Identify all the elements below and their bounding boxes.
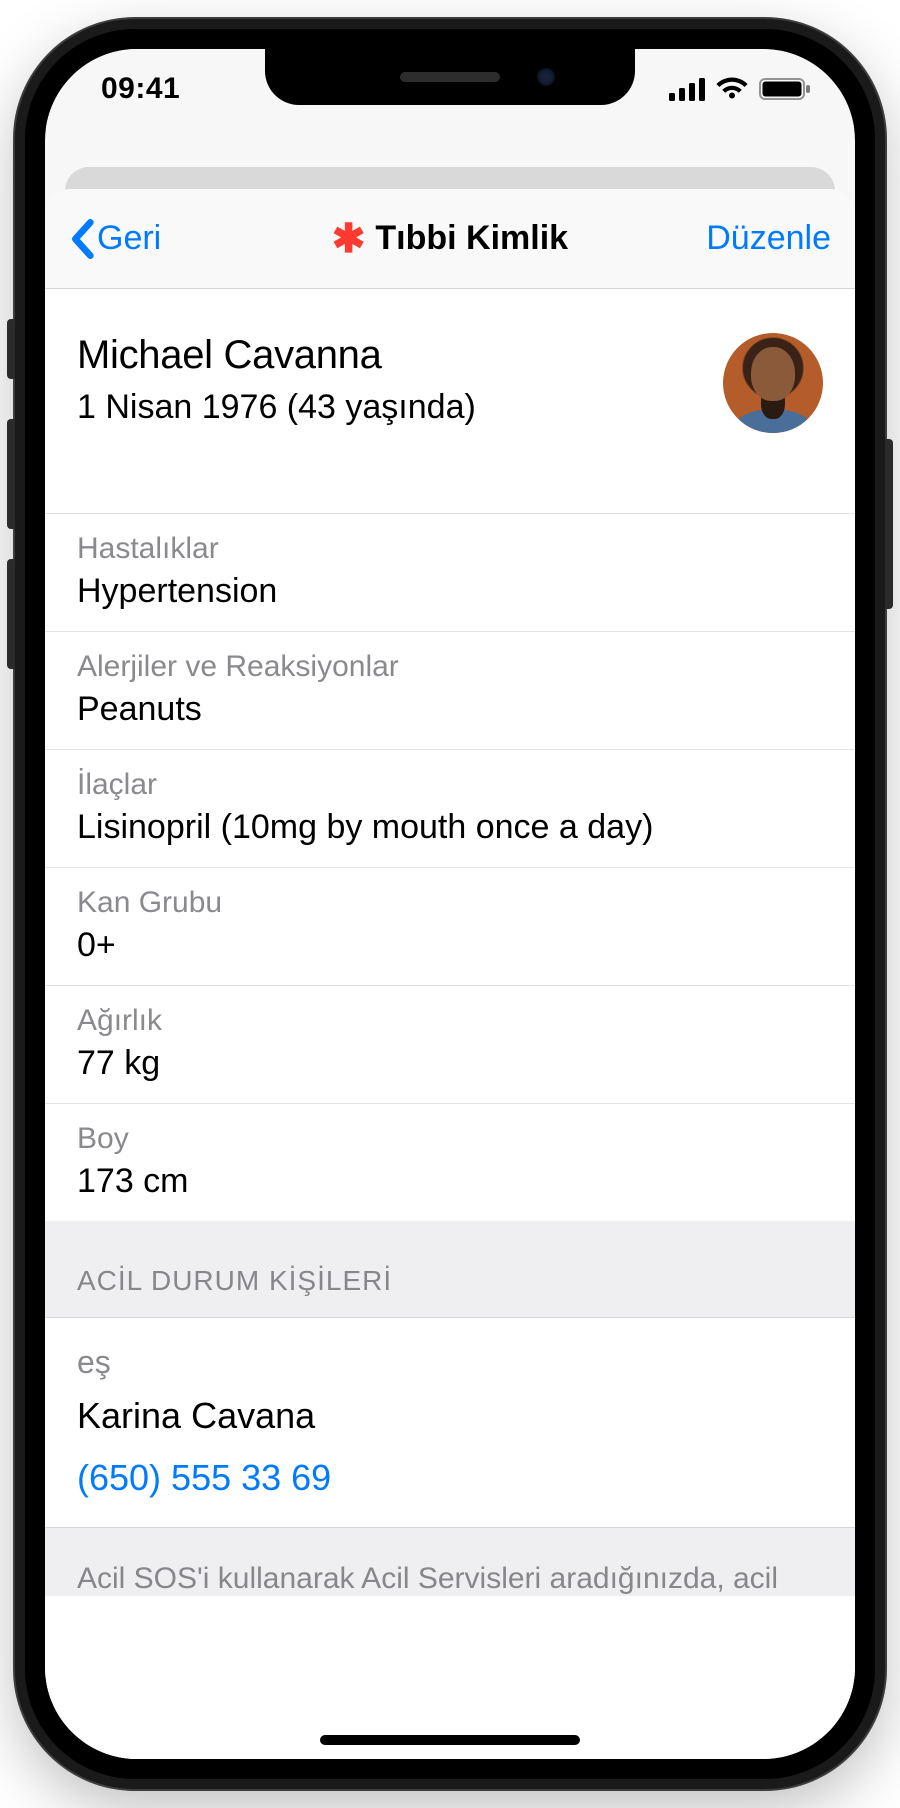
profile-header: Michael Cavanna 1 Nisan 1976 (43 yaşında… bbox=[45, 289, 855, 513]
power-button bbox=[885, 439, 893, 609]
field-medications: İlaçlar Lisinopril (10mg by mouth once a… bbox=[45, 749, 855, 867]
field-label: İlaçlar bbox=[77, 768, 823, 802]
home-indicator[interactable] bbox=[320, 1735, 580, 1745]
field-allergies: Alerjiler ve Reaksiyonlar Peanuts bbox=[45, 631, 855, 749]
contact-phone[interactable]: (650) 555 33 69 bbox=[77, 1457, 823, 1499]
field-label: Kan Grubu bbox=[77, 886, 823, 920]
battery-icon bbox=[759, 77, 811, 101]
chevron-left-icon bbox=[69, 219, 95, 259]
edit-button[interactable]: Düzenle bbox=[706, 219, 831, 258]
volume-down-button bbox=[7, 559, 15, 669]
content[interactable]: Michael Cavanna 1 Nisan 1976 (43 yaşında… bbox=[45, 289, 855, 1759]
field-height: Boy 173 cm bbox=[45, 1103, 855, 1221]
field-value: Lisinopril (10mg by mouth once a day) bbox=[77, 808, 823, 847]
field-label: Hastalıklar bbox=[77, 532, 823, 566]
field-label: Boy bbox=[77, 1122, 823, 1156]
field-value: Hypertension bbox=[77, 572, 823, 611]
wifi-icon bbox=[715, 77, 749, 101]
field-value: 0+ bbox=[77, 926, 823, 965]
field-value: Peanuts bbox=[77, 690, 823, 729]
avatar bbox=[723, 333, 823, 433]
field-blood-type: Kan Grubu 0+ bbox=[45, 867, 855, 985]
field-conditions: Hastalıklar Hypertension bbox=[45, 513, 855, 631]
status-icons bbox=[669, 77, 811, 101]
volume-up-button bbox=[7, 419, 15, 529]
field-label: Ağırlık bbox=[77, 1004, 823, 1038]
footer-note: Acil SOS'i kullanarak Acil Servisleri ar… bbox=[45, 1527, 855, 1596]
field-value: 77 kg bbox=[77, 1044, 823, 1083]
field-label: Alerjiler ve Reaksiyonlar bbox=[77, 650, 823, 684]
screen: 09:41 Geri ✱ Tıbbi Kimlik Düzenle bbox=[45, 49, 855, 1759]
contact-name: Karina Cavana bbox=[77, 1395, 823, 1437]
field-value: 173 cm bbox=[77, 1162, 823, 1201]
emergency-contact: eş Karina Cavana (650) 555 33 69 bbox=[45, 1318, 855, 1527]
medical-id-sheet: Geri ✱ Tıbbi Kimlik Düzenle Michael Cava… bbox=[45, 189, 855, 1759]
back-label: Geri bbox=[97, 219, 161, 258]
field-weight: Ağırlık 77 kg bbox=[45, 985, 855, 1103]
speaker-grille bbox=[400, 72, 500, 82]
notch bbox=[265, 49, 635, 105]
emergency-section-header: ACİL DURUM KİŞİLERİ bbox=[45, 1221, 855, 1318]
back-button[interactable]: Geri bbox=[69, 219, 332, 259]
profile-dob: 1 Nisan 1976 (43 yaşında) bbox=[77, 388, 476, 427]
silence-switch bbox=[7, 319, 15, 379]
status-time: 09:41 bbox=[101, 72, 180, 106]
profile-name: Michael Cavanna bbox=[77, 333, 476, 378]
navbar: Geri ✱ Tıbbi Kimlik Düzenle bbox=[45, 189, 855, 289]
medical-id-icon: ✱ bbox=[332, 219, 366, 259]
front-camera bbox=[537, 68, 555, 86]
page-title-text: Tıbbi Kimlik bbox=[375, 219, 568, 258]
contact-relation: eş bbox=[77, 1344, 823, 1381]
phone-frame: 09:41 Geri ✱ Tıbbi Kimlik Düzenle bbox=[15, 19, 885, 1789]
cellular-icon bbox=[669, 77, 705, 101]
page-title: ✱ Tıbbi Kimlik bbox=[332, 219, 568, 259]
